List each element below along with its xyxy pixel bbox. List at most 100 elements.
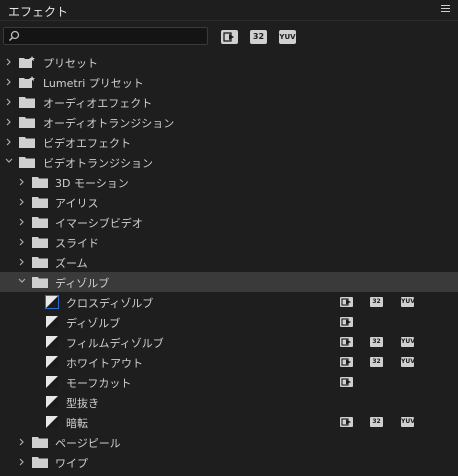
tree-item-label: プリセット <box>43 57 98 70</box>
effect-item-label: クロスディゾルブ <box>66 297 154 310</box>
effect-item-film-dissolve[interactable]: フィルムディゾルブ 32 YUV <box>0 332 458 352</box>
panel-header: エフェクト <box>0 0 458 21</box>
tree-item-label: ディゾルブ <box>55 277 110 290</box>
panel-menu-icon[interactable] <box>440 2 452 16</box>
accelerated-badge-icon <box>340 317 353 327</box>
effect-item-label: フィルムディゾルブ <box>66 337 164 350</box>
chevron-right-icon[interactable] <box>6 78 12 86</box>
effect-item-dissolve[interactable]: ディゾルブ <box>0 312 458 332</box>
tree-item-slide[interactable]: スライド <box>0 232 458 252</box>
panel-title: エフェクト <box>8 5 69 19</box>
folder-icon <box>32 277 48 288</box>
transition-icon <box>46 336 58 348</box>
effect-item-cross-dissolve[interactable]: クロスディゾルブ 32 YUV <box>0 292 458 312</box>
tree-item-label: オーディオエフェクト <box>43 97 153 110</box>
yuv-badge-icon: YUV <box>401 417 415 427</box>
tree-item-label: イマーシブビデオ <box>55 217 143 230</box>
accelerated-effects-icon <box>223 32 234 42</box>
effect-item-label: 暗転 <box>66 417 88 430</box>
tree-item-dissolve-folder[interactable]: ディゾルブ <box>0 272 458 292</box>
folder-icon <box>19 137 35 148</box>
effect-item-label: モーフカット <box>66 377 132 390</box>
chevron-right-icon[interactable] <box>6 58 12 66</box>
chevron-right-icon[interactable] <box>19 438 25 446</box>
tree-item-label: スライド <box>55 237 99 250</box>
effect-item-label: ディゾルブ <box>66 317 121 330</box>
chevron-right-icon[interactable] <box>19 178 25 186</box>
toolbar: 32 YUV <box>0 21 458 51</box>
tree-item-3d-motion[interactable]: 3D モーション <box>0 172 458 192</box>
effect-item-label: 型抜き <box>66 397 99 410</box>
chevron-right-icon[interactable] <box>19 258 25 266</box>
tree-item-label: 3D モーション <box>55 177 129 190</box>
tree-item-label: ページピール <box>55 437 121 450</box>
chevron-right-icon[interactable] <box>6 118 12 126</box>
tree-item-presets[interactable]: プリセット <box>0 52 458 72</box>
yuv-badge-icon: YUV <box>401 297 415 307</box>
chevron-right-icon[interactable] <box>19 238 25 246</box>
yuv-badge-icon: YUV <box>401 337 415 347</box>
tree-item-wipe[interactable]: ワイプ <box>0 452 458 472</box>
tree-item-label: ビデオトランジション <box>43 157 153 170</box>
32bit-badge-icon: 32 <box>370 337 383 347</box>
effect-item-dip-to-black[interactable]: 暗転 32 YUV <box>0 412 458 432</box>
tree-item-label: オーディオトランジション <box>43 117 175 130</box>
chevron-down-icon[interactable] <box>5 158 13 164</box>
effect-item-white-out[interactable]: ホワイトアウト 32 YUV <box>0 352 458 372</box>
chevron-down-icon[interactable] <box>18 278 26 284</box>
tree-item-audio-effects[interactable]: オーディオエフェクト <box>0 92 458 112</box>
folder-icon <box>32 237 48 248</box>
tree-item-audio-transitions[interactable]: オーディオトランジション <box>0 112 458 132</box>
preset-folder-icon <box>19 56 35 68</box>
folder-icon <box>32 217 48 228</box>
transition-icon <box>46 416 58 428</box>
transition-icon <box>46 376 58 388</box>
tree-item-label: アイリス <box>55 197 99 210</box>
chevron-right-icon[interactable] <box>6 138 12 146</box>
transition-icon <box>46 396 58 408</box>
tree-item-lumetri-presets[interactable]: Lumetri プリセット <box>0 72 458 92</box>
effect-item-label: ホワイトアウト <box>66 357 143 370</box>
search-box[interactable] <box>3 27 208 45</box>
accelerated-badge-icon <box>340 417 353 427</box>
tree-item-immersive-video[interactable]: イマーシブビデオ <box>0 212 458 232</box>
accelerated-badge-icon <box>340 357 353 367</box>
search-icon <box>8 30 20 42</box>
transition-icon <box>46 356 58 368</box>
folder-icon <box>32 257 48 268</box>
32bit-filter-button[interactable]: 32 <box>250 30 267 44</box>
chevron-right-icon[interactable] <box>19 458 25 466</box>
tree-item-video-transitions[interactable]: ビデオトランジション <box>0 152 458 172</box>
tree-item-page-peel[interactable]: ページピール <box>0 432 458 452</box>
folder-icon <box>32 177 48 188</box>
tree-item-label: ワイプ <box>55 457 88 470</box>
chevron-right-icon[interactable] <box>6 98 12 106</box>
folder-icon <box>19 97 35 108</box>
folder-icon <box>19 157 35 168</box>
folder-icon <box>32 437 48 448</box>
accelerated-badge-icon <box>340 297 353 307</box>
search-input[interactable] <box>24 29 204 43</box>
accelerated-badge-icon <box>340 377 353 387</box>
32bit-badge-icon: 32 <box>370 297 383 307</box>
yuv-filter-button[interactable]: YUV <box>279 30 296 44</box>
chevron-right-icon[interactable] <box>19 198 25 206</box>
tree-item-video-effects[interactable]: ビデオエフェクト <box>0 132 458 152</box>
chevron-right-icon[interactable] <box>19 218 25 226</box>
32bit-badge-icon: 32 <box>370 357 383 367</box>
effect-item-morph-cut[interactable]: モーフカット <box>0 372 458 392</box>
tree-item-label: ズーム <box>55 257 88 270</box>
tree-item-label: ビデオエフェクト <box>43 137 131 150</box>
transition-icon <box>46 316 58 328</box>
tree-item-zoom[interactable]: ズーム <box>0 252 458 272</box>
yuv-badge-icon: YUV <box>401 357 415 367</box>
32bit-badge-icon: 32 <box>370 417 383 427</box>
tree-item-label: Lumetri プリセット <box>43 77 144 90</box>
accelerated-effects-filter-button[interactable] <box>221 30 238 44</box>
transition-icon <box>46 296 58 308</box>
folder-icon <box>32 457 48 468</box>
accelerated-badge-icon <box>340 337 353 347</box>
tree-item-iris[interactable]: アイリス <box>0 192 458 212</box>
folder-icon <box>19 117 35 128</box>
effect-item-mold[interactable]: 型抜き <box>0 392 458 412</box>
